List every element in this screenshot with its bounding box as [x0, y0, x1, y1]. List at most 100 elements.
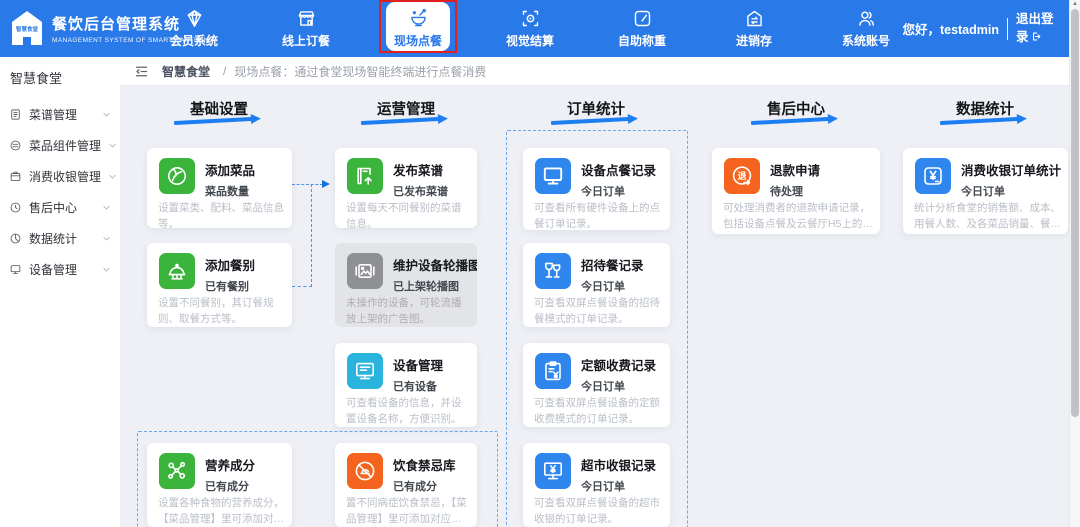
nav-item-vision-checkout[interactable]: 视觉结算 [474, 0, 586, 57]
card-cashier-order-statistics[interactable]: 消费收银订单统计 今日订单 统计分析食堂的销售额、成本、用餐人数、及各菜品销量、… [903, 148, 1068, 234]
sidebar: 智慧食堂 菜谱管理 菜品组件管理 消费收银管理 售后中心 数据统计 设备管理 [0, 57, 120, 527]
column-header-basic-setup: 基础设置 [190, 102, 248, 118]
users-icon [858, 11, 874, 26]
card-stat-link[interactable]: 已有餐别 [205, 278, 249, 294]
card-stat-link[interactable]: 菜品数量 [205, 183, 249, 199]
card-diet-taboo-library[interactable]: 饮食禁忌库 已有成分 置不同病症饮食禁忌，【菜品管理】里可添加对应的。 [335, 443, 477, 527]
nav-item-member-system[interactable]: 会员系统 [138, 0, 250, 57]
card-title: 设备点餐记录 [581, 164, 657, 178]
document-icon [11, 109, 20, 120]
header-arrow-underline [360, 116, 440, 126]
sidebar-item-dish-component-management[interactable]: 菜品组件管理 [0, 130, 120, 161]
card-stat-link[interactable]: 今日订单 [581, 183, 625, 199]
clipboard-yuan-icon [535, 353, 571, 389]
logout-button[interactable]: 退出登录 [1016, 11, 1062, 46]
nav-item-online-ordering[interactable]: 线上订餐 [250, 0, 362, 57]
card-title: 设备管理 [393, 359, 444, 373]
card-title: 退款申请 [770, 164, 821, 178]
svg-text:退: 退 [737, 171, 746, 181]
card-add-meal-type[interactable]: 添加餐别 已有餐别 设置不同餐别，其订餐规则、取餐方式等。 [147, 243, 292, 327]
card-title: 超市收银记录 [581, 459, 657, 473]
scrollbar-up-arrow[interactable]: ▲ [1070, 0, 1080, 9]
weighing-scale-icon [634, 10, 650, 27]
column-header-operation: 运营管理 [377, 102, 435, 118]
card-description: 未操作的设备，可轮流播放上架的广告图。 [346, 297, 462, 325]
card-fixed-fee-records[interactable]: 定额收费记录 今日订单 可查看双屏点餐设备的定额收费模式的订单记录。 [523, 343, 670, 427]
nav-label: 会员系统 [169, 34, 218, 48]
sidebar-item-consume-cashier-management[interactable]: 消费收银管理 [0, 161, 120, 192]
card-publish-menu[interactable]: 发布菜谱 已发布菜谱 设置每天不同餐别的菜谱信息。 [335, 148, 477, 228]
card-hospitality-meal-records[interactable]: 招待餐记录 今日订单 可查看双屏点餐设备的招待餐模式的订单记录。 [523, 243, 670, 327]
nav-item-inventory[interactable]: 进销存 [698, 0, 810, 57]
connector-line [292, 286, 312, 287]
card-title: 消费收银订单统计 [961, 164, 1062, 178]
cloche-icon [159, 253, 195, 289]
card-title: 招待餐记录 [581, 259, 644, 273]
card-stat-link[interactable]: 已有成分 [393, 478, 437, 494]
nav-label: 线上订餐 [281, 34, 330, 48]
connector-arrow [322, 180, 330, 188]
card-stat-link[interactable]: 今日订单 [581, 478, 625, 494]
column-header-after-sales: 售后中心 [767, 102, 825, 118]
sidebar-item-data-statistics[interactable]: 数据统计 [0, 223, 120, 254]
header-arrow-underline [750, 116, 830, 126]
sidebar-item-device-management[interactable]: 设备管理 [0, 254, 120, 285]
card-device-management[interactable]: 设备管理 已有设备 可查看设备的信息，并设置设备名称，方便识别。 [335, 343, 477, 427]
card-description: 可查看双屏点餐设备的超市收银的订单记录。 [534, 497, 660, 525]
card-add-dish[interactable]: 添加菜品 菜品数量 设置菜类、配料、菜品信息等。 [147, 148, 292, 228]
pie-chart-icon [10, 233, 21, 244]
order-monitor-icon [535, 158, 571, 194]
card-supermarket-cashier-records[interactable]: 超市收银记录 今日订单 可查看双屏点餐设备的超市收银的订单记录。 [523, 443, 670, 527]
card-description: 设置各种食物的营养成分，【菜品管理】里可添加对应的食物及分... [158, 497, 284, 525]
card-stat-link[interactable]: 今日订单 [581, 278, 625, 294]
card-description: 可查看双屏点餐设备的定额收费模式的订单记录。 [534, 397, 660, 425]
nav-label: 自助称重 [617, 34, 666, 48]
breadcrumb-separator: / [223, 64, 227, 78]
app-window: 智慧食堂 餐饮后台管理系统 MANAGEMENT SYSTEM OF SMART… [0, 0, 1080, 527]
nav-label: 进销存 [735, 34, 772, 48]
logout-icon [1032, 32, 1040, 40]
nav-item-self-weighing[interactable]: 自助称重 [586, 0, 698, 57]
card-title: 添加菜品 [205, 164, 256, 178]
card-carousel-maintenance[interactable]: 维护设备轮播图 已上架轮播图 未操作的设备，可轮流播放上架的广告图。 [335, 243, 477, 327]
nav-label: 视觉结算 [505, 34, 554, 48]
card-device-order-records[interactable]: 设备点餐记录 今日订单 可查看所有硬件设备上的点餐订单记录。 [523, 148, 670, 230]
gem-icon [187, 10, 201, 27]
nav-label: 系统账号 [841, 34, 890, 48]
vertical-scrollbar[interactable]: ▲ [1069, 0, 1080, 527]
chevron-down-icon [109, 174, 116, 179]
card-stat-link[interactable]: 今日订单 [961, 183, 1005, 199]
header-arrow-underline [939, 116, 1019, 126]
card-title: 营养成分 [205, 459, 256, 473]
chevron-down-icon [109, 143, 116, 148]
refund-icon: 退 [724, 158, 760, 194]
sidebar-item-after-sales-center[interactable]: 售后中心 [0, 192, 120, 223]
chevron-down-icon [103, 112, 110, 117]
card-description: 置不同病症饮食禁忌，【菜品管理】里可添加对应的。 [346, 497, 467, 525]
breadcrumb-root[interactable]: 智慧食堂 [162, 63, 210, 80]
breadcrumb-current: 现场点餐：通过食堂现场智能终端进行点餐消费 [234, 64, 487, 79]
collapse-menu-icon[interactable] [134, 64, 149, 79]
cashier-monitor-yuan-icon [535, 453, 571, 489]
card-description: 可处理消费者的退款申请记录，包括设备点餐及云餐厅H5上的订单... [723, 202, 873, 230]
no-food-icon [347, 453, 383, 489]
sidebar-item-recipe-management[interactable]: 菜谱管理 [0, 99, 120, 130]
storefront-icon [298, 11, 314, 26]
card-refund-request[interactable]: 退 退款申请 待处理 可处理消费者的退款申请记录，包括设备点餐及云餐厅H5上的订… [712, 148, 880, 234]
top-nav: 会员系统 线上订餐 现场点餐 视觉结算 自助称重 进销存 系统账号 [138, 0, 922, 57]
sidebar-title: 智慧食堂 [10, 71, 63, 86]
nav-item-onsite-ordering[interactable]: 现场点餐 [362, 0, 474, 57]
column-header-order-stats: 订单统计 [567, 102, 625, 118]
card-stat-link[interactable]: 已上架轮播图 [393, 278, 459, 294]
card-stat-link[interactable]: 已有成分 [205, 478, 249, 494]
smart-canteen-logo-icon: 智慧食堂 [12, 11, 42, 45]
card-description: 可查看设备的信息，并设置设备名称，方便识别。 [346, 397, 462, 425]
card-stat-link[interactable]: 已发布菜谱 [393, 183, 448, 199]
scrollbar-thumb[interactable] [1071, 9, 1079, 417]
card-description: 可查看双屏点餐设备的招待餐模式的订单记录。 [534, 297, 660, 325]
card-stat-link[interactable]: 已有设备 [393, 378, 437, 394]
card-stat-link[interactable]: 待处理 [770, 183, 803, 199]
chevron-down-icon [103, 236, 110, 241]
card-nutrition[interactable]: 营养成分 已有成分 设置各种食物的营养成分，【菜品管理】里可添加对应的食物及分.… [147, 443, 292, 527]
card-stat-link[interactable]: 今日订单 [581, 378, 625, 394]
